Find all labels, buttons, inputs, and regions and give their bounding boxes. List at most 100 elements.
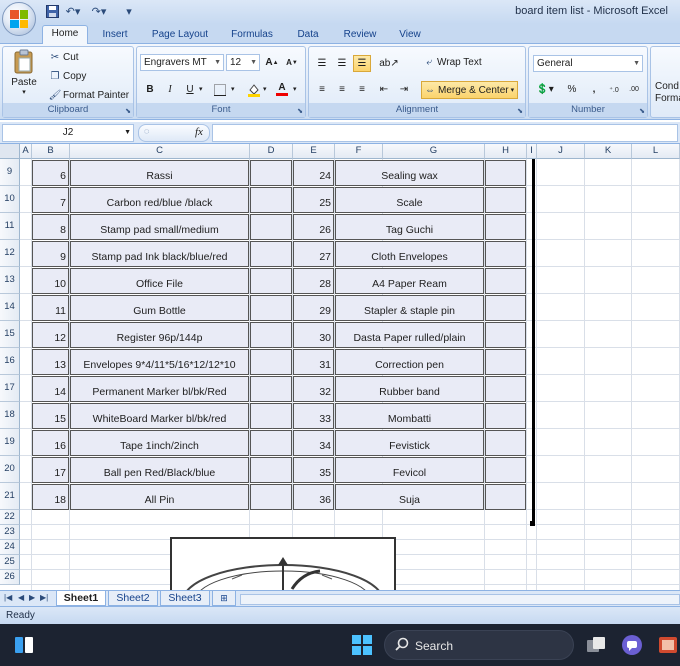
merge-center-button[interactable]: ⇔ Merge & Center ▾ [421, 81, 519, 99]
table-cell-empty[interactable] [485, 160, 526, 186]
percent-button[interactable]: % [563, 81, 581, 98]
table-cell-item2[interactable]: Stapler & staple pin [335, 295, 484, 321]
select-all-corner[interactable] [0, 144, 20, 159]
number-format-combo[interactable]: General ▼ [533, 55, 643, 72]
font-size-combo[interactable]: 12 ▼ [226, 54, 260, 71]
table-cell-item2[interactable]: Cloth Envelopes [335, 241, 484, 267]
row-header-22[interactable]: 22 [0, 510, 20, 525]
table-cell-item2[interactable]: Tag Guchi [335, 214, 484, 240]
office-button[interactable] [2, 2, 36, 36]
dialog-launcher-icon[interactable]: ⬊ [517, 107, 523, 115]
table-cell-item1[interactable]: Gum Bottle [70, 295, 249, 321]
accounting-format-button[interactable]: 💲▾ [533, 81, 557, 98]
row-header-19[interactable]: 19 [0, 429, 20, 456]
start-icon[interactable] [350, 633, 374, 657]
row-header-11[interactable]: 11 [0, 213, 20, 240]
align-middle-button[interactable]: ☰ [333, 55, 351, 72]
underline-dropdown-icon[interactable]: ▾ [199, 85, 203, 93]
table-cell-n2[interactable]: 33 [293, 403, 334, 429]
dialog-launcher-icon[interactable]: ⬊ [125, 107, 131, 115]
table-cell-item1[interactable]: Stamp pad Ink black/blue/red [70, 241, 249, 267]
taskbar-search[interactable]: Search [384, 630, 574, 660]
table-cell-item1[interactable]: Permanent Marker bl/bk/Red [70, 376, 249, 402]
table-cell-item1[interactable]: Stamp pad small/medium [70, 214, 249, 240]
wrap-text-button[interactable]: ⤶ Wrap Text [421, 57, 481, 68]
insert-function-button[interactable]: fx [195, 126, 203, 138]
tab-home[interactable]: Home [42, 25, 88, 45]
table-cell-n1[interactable]: 7 [32, 187, 69, 213]
redo-icon[interactable]: ↷▾ [88, 3, 110, 20]
table-cell-empty[interactable] [485, 214, 526, 240]
chevron-down-icon[interactable]: ▼ [124, 125, 131, 141]
table-cell-item1[interactable]: Register 96p/144p [70, 322, 249, 348]
decrease-decimal-button[interactable]: .00 [625, 81, 643, 98]
column-header-f[interactable]: F [335, 144, 383, 159]
table-cell-item2[interactable]: Suja [335, 484, 484, 510]
column-header-j[interactable]: J [537, 144, 585, 159]
table-cell-n2[interactable]: 25 [293, 187, 334, 213]
bold-button[interactable]: B [141, 81, 159, 98]
first-sheet-icon[interactable]: |◀ [4, 593, 12, 602]
table-cell-n2[interactable]: 28 [293, 268, 334, 294]
row-header-15[interactable]: 15 [0, 321, 20, 348]
table-cell-item1[interactable]: All Pin [70, 484, 249, 510]
copy-button[interactable]: ❐ Copy [47, 71, 87, 82]
table-cell-n2[interactable]: 27 [293, 241, 334, 267]
table-cell-n1[interactable]: 11 [32, 295, 69, 321]
table-cell-empty[interactable] [485, 457, 526, 483]
table-cell-item2[interactable]: Scale [335, 187, 484, 213]
table-cell-empty[interactable] [250, 268, 292, 294]
table-cell-n2[interactable]: 26 [293, 214, 334, 240]
next-sheet-icon[interactable]: ▶ [29, 593, 35, 602]
table-cell-empty[interactable] [250, 403, 292, 429]
table-cell-n1[interactable]: 12 [32, 322, 69, 348]
tab-view[interactable]: View [390, 27, 430, 44]
shrink-font-button[interactable]: A ▼ [283, 54, 301, 71]
align-left-button[interactable]: ≡ [313, 81, 331, 98]
table-cell-n2[interactable]: 30 [293, 322, 334, 348]
row-header-17[interactable]: 17 [0, 375, 20, 402]
table-cell-empty[interactable] [250, 160, 292, 186]
table-cell-empty[interactable] [250, 295, 292, 321]
table-cell-n2[interactable]: 36 [293, 484, 334, 510]
row-header-16[interactable]: 16 [0, 348, 20, 375]
table-cell-empty[interactable] [250, 241, 292, 267]
tab-insert[interactable]: Insert [94, 27, 136, 44]
table-cell-empty[interactable] [485, 376, 526, 402]
table-cell-n1[interactable]: 17 [32, 457, 69, 483]
table-cell-empty[interactable] [250, 187, 292, 213]
font-name-combo[interactable]: Engravers MT ▼ [140, 54, 224, 71]
app-icon[interactable] [656, 633, 680, 657]
align-center-button[interactable]: ≡ [333, 81, 351, 98]
table-cell-empty[interactable] [250, 457, 292, 483]
table-cell-item1[interactable]: Ball pen Red/Black/blue [70, 457, 249, 483]
increase-indent-button[interactable]: ⇥ [395, 81, 413, 98]
horizontal-scrollbar[interactable] [240, 594, 680, 605]
column-header-a[interactable]: A [20, 144, 32, 159]
tab-data[interactable]: Data [288, 27, 328, 44]
paste-button[interactable]: Paste ▾ [7, 49, 41, 97]
table-cell-empty[interactable] [485, 403, 526, 429]
column-header-i[interactable]: I [527, 144, 537, 159]
borders-dropdown-icon[interactable]: ▾ [231, 85, 235, 93]
table-cell-item1[interactable]: Rassi [70, 160, 249, 186]
column-header-k[interactable]: K [585, 144, 632, 159]
prev-sheet-icon[interactable]: ◀ [18, 593, 24, 602]
column-header-h[interactable]: H [485, 144, 527, 159]
table-cell-empty[interactable] [250, 214, 292, 240]
fill-color-button[interactable] [245, 81, 263, 98]
name-box[interactable]: J2 ▼ [2, 124, 134, 142]
table-cell-n2[interactable]: 24 [293, 160, 334, 186]
align-right-button[interactable]: ≡ [353, 81, 371, 98]
chat-icon[interactable] [620, 633, 644, 657]
table-cell-empty[interactable] [250, 430, 292, 456]
align-top-button[interactable]: ☰ [313, 55, 331, 72]
table-cell-empty[interactable] [485, 484, 526, 510]
italic-button[interactable]: I [161, 81, 179, 98]
task-view-icon[interactable] [584, 633, 608, 657]
table-cell-item2[interactable]: Mombatti [335, 403, 484, 429]
decrease-indent-button[interactable]: ⇤ [375, 81, 393, 98]
table-cell-empty[interactable] [485, 268, 526, 294]
table-cell-empty[interactable] [485, 322, 526, 348]
font-color-dropdown-icon[interactable]: ▾ [293, 85, 297, 93]
